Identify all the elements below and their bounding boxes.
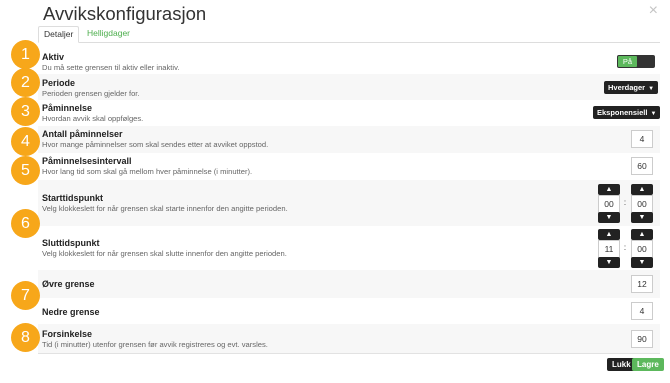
end-minute-down-button[interactable]: ▼	[631, 257, 653, 268]
chevron-up-icon: ▲	[638, 186, 646, 193]
row-start-time: Starttidspunkt Velg klokkeslett for når …	[38, 180, 660, 226]
row-upper-limit: Øvre grense	[38, 270, 660, 298]
reminder-interval-input[interactable]: 60	[631, 157, 653, 175]
step-badge: 1	[11, 40, 40, 69]
active-toggle[interactable]: På	[617, 55, 655, 68]
row-period: Periode Perioden grensen gjelder for.	[38, 74, 660, 100]
reminder-count-label: Antall påminnelser	[42, 129, 123, 139]
start-minute-up-button[interactable]: ▲	[631, 184, 653, 195]
period-value: Hverdager	[608, 83, 646, 92]
row-reminder: Påminnelse Hvordan avvik skal oppfølges.	[38, 100, 660, 126]
start-hour-down-button[interactable]: ▼	[598, 212, 620, 223]
period-desc: Perioden grensen gjelder for.	[42, 89, 140, 98]
lower-limit-input[interactable]: 4	[631, 302, 653, 320]
chevron-down-icon: ▼	[605, 259, 613, 266]
step-badge: 4	[11, 127, 40, 156]
chevron-down-icon: ▼	[638, 214, 646, 221]
end-hour-up-button[interactable]: ▲	[598, 229, 620, 240]
row-active: Aktiv Du må sette grensen til aktiv elle…	[38, 46, 660, 74]
reminder-desc: Hvordan avvik skal oppfølges.	[42, 114, 144, 123]
period-dropdown[interactable]: Hverdager ▼	[604, 81, 659, 94]
toggle-on-label: På	[618, 56, 637, 67]
delay-label: Forsinkelse	[42, 329, 93, 339]
start-time-desc: Velg klokkeslett for når grensen skal st…	[42, 204, 288, 213]
dialog-title: Avvikskonfigurasjon	[43, 3, 207, 24]
time-separator: :	[623, 198, 627, 207]
row-reminder-interval: Påminnelsesintervall Hvor lang tid som s…	[38, 153, 660, 180]
start-minute-input[interactable]: 00	[631, 195, 653, 213]
dialog-footer	[38, 353, 660, 383]
end-time-desc: Velg klokkeslett for når grensen skal sl…	[42, 249, 287, 258]
caret-down-icon: ▼	[648, 86, 655, 92]
start-hour-up-button[interactable]: ▲	[598, 184, 620, 195]
end-hour-input[interactable]: 11	[598, 240, 620, 258]
active-desc: Du må sette grensen til aktiv eller inak…	[42, 63, 180, 72]
step-badge: 6	[11, 209, 40, 238]
end-time-label: Sluttidspunkt	[42, 238, 100, 248]
reminder-count-input[interactable]: 4	[631, 130, 653, 148]
lower-limit-label: Nedre grense	[42, 307, 100, 317]
start-time-label: Starttidspunkt	[42, 193, 104, 203]
tab-holidays[interactable]: Helligdager	[82, 26, 135, 43]
upper-limit-label: Øvre grense	[42, 279, 95, 289]
chevron-down-icon: ▼	[605, 214, 613, 221]
upper-limit-input[interactable]: 12	[631, 275, 653, 293]
end-minute-input[interactable]: 00	[631, 240, 653, 258]
end-minute-up-button[interactable]: ▲	[631, 229, 653, 240]
reminder-dropdown[interactable]: Eksponensiell ▼	[593, 106, 661, 119]
chevron-up-icon: ▲	[638, 231, 646, 238]
reminder-interval-label: Påminnelsesintervall	[42, 156, 132, 166]
step-badge: 3	[11, 97, 40, 126]
row-delay: Forsinkelse Tid (i minutter) utenfor gre…	[38, 324, 660, 353]
chevron-up-icon: ▲	[605, 186, 613, 193]
step-badge: 8	[11, 323, 40, 352]
reminder-value: Eksponensiell	[597, 108, 648, 117]
reminder-label: Påminnelse	[42, 103, 93, 113]
start-hour-input[interactable]: 00	[598, 195, 620, 213]
period-label: Periode	[42, 78, 76, 88]
step-badge: 5	[11, 156, 40, 185]
row-end-time: Sluttidspunkt Velg klokkeslett for når g…	[38, 226, 660, 270]
step-badge: 2	[11, 68, 40, 97]
chevron-down-icon: ▼	[638, 259, 646, 266]
end-hour-down-button[interactable]: ▼	[598, 257, 620, 268]
delay-desc: Tid (i minutter) utenfor grensen før avv…	[42, 340, 268, 349]
save-button[interactable]: Lagre	[632, 358, 664, 371]
time-separator: :	[623, 243, 627, 252]
step-badge: 7	[11, 281, 40, 310]
caret-down-icon: ▼	[650, 111, 657, 117]
chevron-up-icon: ▲	[605, 231, 613, 238]
close-icon[interactable]: ×	[649, 2, 658, 20]
start-minute-down-button[interactable]: ▼	[631, 212, 653, 223]
row-lower-limit: Nedre grense	[38, 298, 660, 324]
reminder-count-desc: Hvor mange påminnelser som skal sendes e…	[42, 140, 269, 149]
reminder-interval-desc: Hvor lang tid som skal gå mellom hver på…	[42, 167, 253, 176]
tab-details[interactable]: Detaljer	[38, 26, 80, 43]
active-label: Aktiv	[42, 52, 65, 62]
row-reminder-count: Antall påminnelser Hvor mange påminnelse…	[38, 126, 660, 153]
delay-input[interactable]: 90	[631, 330, 653, 348]
tab-bar: Detaljer Helligdager	[38, 26, 660, 43]
